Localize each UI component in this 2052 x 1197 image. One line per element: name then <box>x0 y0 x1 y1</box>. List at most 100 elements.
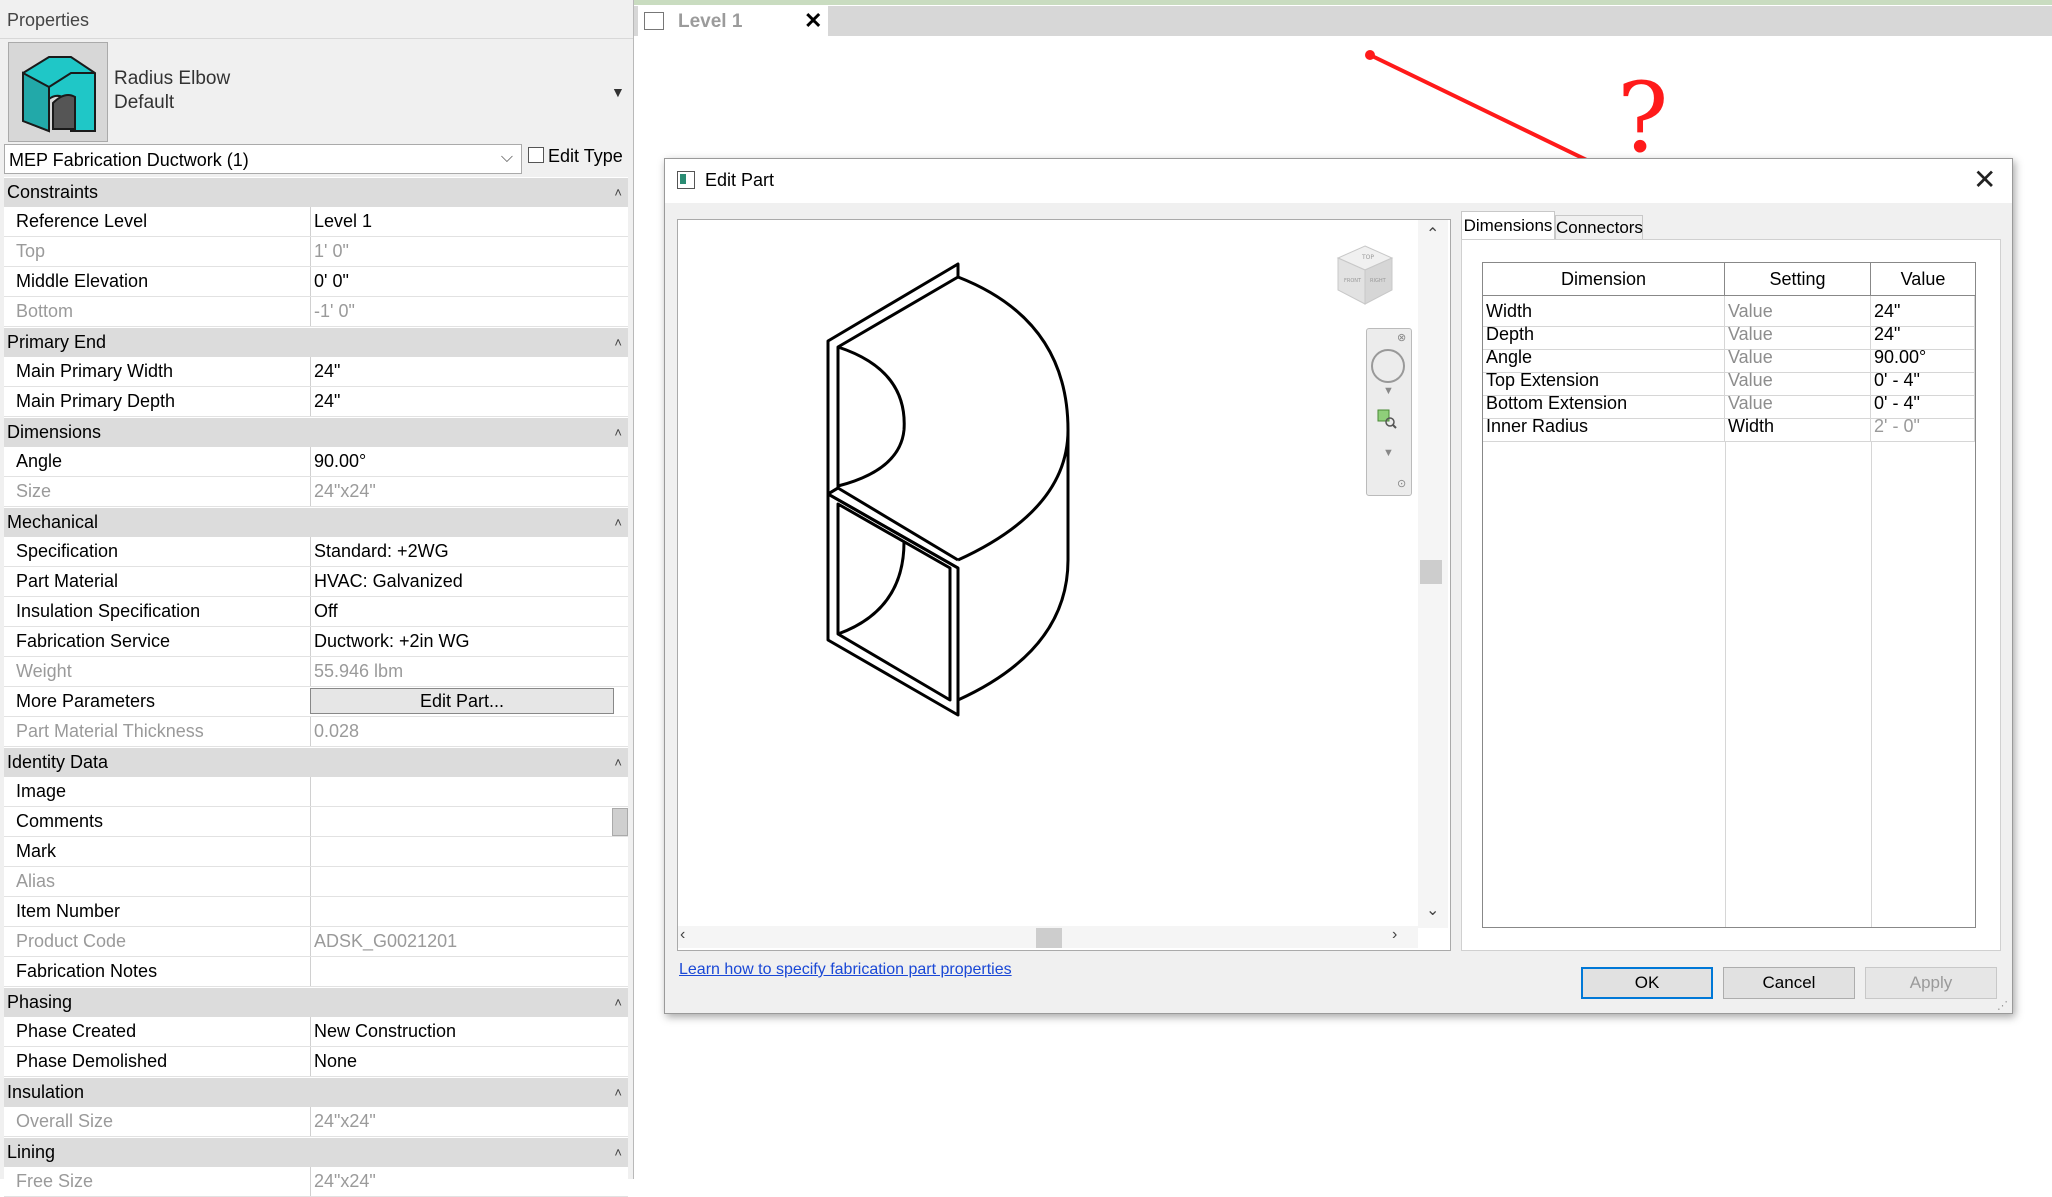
group-mechanical[interactable]: Mechanical ˄ <box>4 507 628 537</box>
row-value[interactable]: Ductwork: +2in WG <box>310 627 614 656</box>
row-fabrication-notes[interactable]: Fabrication Notes <box>4 957 628 987</box>
row-value[interactable] <box>310 897 614 926</box>
row-value[interactable] <box>310 837 614 866</box>
collapse-icon[interactable]: ˄ <box>614 328 622 357</box>
row-main-primary-width[interactable]: Main Primary Width 24" <box>4 357 628 387</box>
group-insulation[interactable]: Insulation ˄ <box>4 1077 628 1107</box>
tab-dimensions[interactable]: Dimensions <box>1461 211 1555 240</box>
collapse-icon[interactable]: ˄ <box>614 1078 622 1107</box>
row-image[interactable]: Image <box>4 777 628 807</box>
scrollbar-thumb[interactable] <box>1036 928 1062 948</box>
row-value[interactable]: 24" <box>310 357 614 386</box>
vertical-scrollbar[interactable]: ⌃ ⌄ <box>1418 220 1448 928</box>
instance-selector[interactable]: MEP Fabrication Ductwork (1) ⌵ <box>4 144 522 174</box>
cell-setting[interactable]: Width <box>1725 411 1871 441</box>
row-value[interactable]: Level 1 <box>310 207 614 236</box>
row-angle[interactable]: Angle 90.00° <box>4 447 628 477</box>
row-mark[interactable]: Mark <box>4 837 628 867</box>
row-value[interactable]: HVAC: Galvanized <box>310 567 614 596</box>
ok-button[interactable]: OK <box>1581 967 1713 999</box>
row-value[interactable]: 0' 0" <box>310 267 614 296</box>
steering-wheel-icon[interactable] <box>1371 349 1405 383</box>
radius-elbow-drawing <box>826 262 1070 717</box>
collapse-icon[interactable]: ˄ <box>614 418 622 447</box>
row-specification[interactable]: Specification Standard: +2WG <box>4 537 628 567</box>
group-label: Phasing <box>7 992 73 1012</box>
edit-type-button[interactable]: Edit Type <box>528 146 623 167</box>
chevron-down-icon[interactable]: ▼ <box>611 84 625 100</box>
row-value[interactable]: Off <box>310 597 614 626</box>
close-icon[interactable]: ⊗ <box>1397 331 1406 344</box>
collapse-icon[interactable]: ˄ <box>614 178 622 207</box>
row-key: Bottom <box>16 301 74 321</box>
floor-plan-icon <box>644 12 664 30</box>
close-icon[interactable]: ✕ <box>1973 163 1996 196</box>
collapse-icon[interactable]: ˄ <box>614 988 622 1017</box>
model-geometry-shape <box>2010 690 2052 950</box>
tab-level-1[interactable]: Level 1 ✕ <box>638 6 828 36</box>
chevron-up-icon[interactable]: ⌃ <box>1426 224 1439 244</box>
row-main-primary-depth[interactable]: Main Primary Depth 24" <box>4 387 628 417</box>
group-identity-data[interactable]: Identity Data ˄ <box>4 747 628 777</box>
row-phase-created[interactable]: Phase Created New Construction <box>4 1017 628 1047</box>
resize-grip-icon[interactable]: ⋰ <box>1997 999 2008 1012</box>
tab-connectors[interactable]: Connectors <box>1555 215 1643 240</box>
chevron-down-icon[interactable]: ▼ <box>1383 447 1394 459</box>
column-header-dimension[interactable]: Dimension <box>1483 263 1725 295</box>
row-item-number[interactable]: Item Number <box>4 897 628 927</box>
row-key: Specification <box>16 541 119 561</box>
column-header-value[interactable]: Value <box>1871 263 1975 295</box>
row-value[interactable] <box>310 777 614 806</box>
row-phase-demolished[interactable]: Phase Demolished None <box>4 1047 628 1077</box>
row-value[interactable]: None <box>310 1047 614 1076</box>
scrollbar-thumb[interactable] <box>612 808 628 836</box>
settings-icon[interactable]: ⊙ <box>1397 477 1406 490</box>
chevron-down-icon[interactable]: ⌄ <box>1426 900 1439 920</box>
row-value[interactable] <box>310 807 614 836</box>
close-icon[interactable]: ✕ <box>804 8 822 34</box>
horizontal-scrollbar[interactable]: ‹ › <box>678 926 1418 948</box>
help-link[interactable]: Learn how to specify fabrication part pr… <box>679 961 1012 979</box>
row-value[interactable]: 24" <box>310 387 614 416</box>
row-reference-level[interactable]: Reference Level Level 1 <box>4 207 628 237</box>
group-lining[interactable]: Lining ˄ <box>4 1137 628 1167</box>
group-phasing[interactable]: Phasing ˄ <box>4 987 628 1017</box>
apply-button[interactable]: Apply <box>1865 967 1997 999</box>
dialog-title-bar[interactable] <box>665 159 2012 203</box>
annotation-question-mark: ? <box>1617 62 1669 174</box>
row-value: 1' 0" <box>310 237 614 266</box>
table-row[interactable]: Inner Radius Width 2' - 0" <box>1483 411 1975 442</box>
group-constraints[interactable]: Constraints ˄ <box>4 177 628 207</box>
tab-label: Level 1 <box>678 11 743 32</box>
edit-part-dialog: Edit Part ✕ TOP FRONT RIGHT ⊗ ▼ ▼ ⊙ ⌃ ⌄ … <box>664 158 2013 1014</box>
row-key: Fabrication Service <box>16 631 171 651</box>
cancel-button[interactable]: Cancel <box>1723 967 1855 999</box>
row-comments[interactable]: Comments <box>4 807 628 837</box>
chevron-down-icon[interactable]: ▼ <box>1383 385 1394 397</box>
zoom-icon[interactable] <box>1377 409 1397 429</box>
row-key: Product Code <box>16 931 127 951</box>
viewcube-icon[interactable]: TOP FRONT RIGHT <box>1330 240 1400 310</box>
edit-part-button[interactable]: Edit Part... <box>310 688 614 714</box>
row-fabrication-service[interactable]: Fabrication Service Ductwork: +2in WG <box>4 627 628 657</box>
part-3d-viewer[interactable]: TOP FRONT RIGHT ⊗ ▼ ▼ ⊙ ⌃ ⌄ ‹ › <box>677 219 1451 951</box>
group-dimensions[interactable]: Dimensions ˄ <box>4 417 628 447</box>
row-top: Top 1' 0" <box>4 237 628 267</box>
row-middle-elevation[interactable]: Middle Elevation 0' 0" <box>4 267 628 297</box>
group-primary-end[interactable]: Primary End ˄ <box>4 327 628 357</box>
row-value[interactable]: New Construction <box>310 1017 614 1046</box>
chevron-left-icon[interactable]: ‹ <box>680 926 685 944</box>
scrollbar-thumb[interactable] <box>1420 560 1442 584</box>
row-part-material[interactable]: Part Material HVAC: Galvanized <box>4 567 628 597</box>
row-value: 24"x24" <box>310 1167 614 1196</box>
row-product-code: Product Code ADSK_G0021201 <box>4 927 628 957</box>
chevron-right-icon[interactable]: › <box>1392 926 1397 944</box>
row-value[interactable]: Standard: +2WG <box>310 537 614 566</box>
collapse-icon[interactable]: ˄ <box>614 508 622 537</box>
row-value[interactable] <box>310 957 614 986</box>
collapse-icon[interactable]: ˄ <box>614 1138 622 1167</box>
collapse-icon[interactable]: ˄ <box>614 748 622 777</box>
row-value[interactable]: 90.00° <box>310 447 614 476</box>
row-insulation-specification[interactable]: Insulation Specification Off <box>4 597 628 627</box>
column-header-setting[interactable]: Setting <box>1725 263 1871 295</box>
